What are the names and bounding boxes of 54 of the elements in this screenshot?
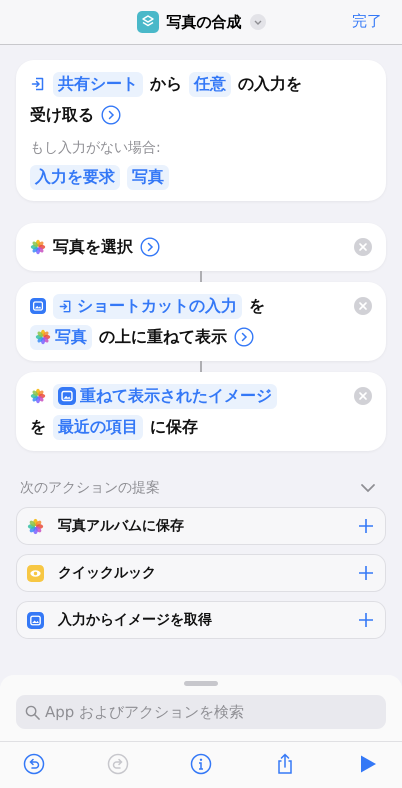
action-text: の入力を bbox=[238, 74, 302, 94]
image-icon bbox=[58, 387, 76, 405]
suggestion-label: クイックルック bbox=[58, 564, 157, 582]
variable-token[interactable]: 写真 bbox=[127, 164, 169, 190]
photos-icon bbox=[30, 388, 46, 404]
variable-token[interactable]: 任意 bbox=[189, 72, 231, 96]
shortcut-title[interactable]: 写真の合成 bbox=[166, 12, 242, 32]
suggestion-row[interactable]: 入力からイメージを取得 bbox=[16, 601, 386, 639]
action-card[interactable]: 写真を選択 bbox=[16, 223, 386, 271]
photos-icon bbox=[30, 239, 46, 255]
image-icon bbox=[27, 612, 44, 628]
input-icon bbox=[58, 298, 73, 314]
action-card[interactable]: 共有シート から 任意 の入力を 受け取る もし入力がない場合: 入力を要求 写真 bbox=[16, 60, 386, 201]
action-card[interactable]: ショートカットの入力 を 写真 の上に重ねて表示 bbox=[16, 282, 386, 361]
app-icon bbox=[136, 11, 158, 33]
variable-token[interactable]: 写真 bbox=[30, 324, 92, 350]
plus-icon[interactable] bbox=[359, 519, 373, 533]
action-text: から bbox=[150, 74, 182, 94]
info-button[interactable] bbox=[189, 752, 213, 776]
action-text: 写真を選択 bbox=[53, 236, 133, 258]
action-text: を bbox=[249, 296, 265, 316]
image-icon bbox=[30, 298, 46, 314]
variable-token[interactable]: 入力を要求 bbox=[30, 164, 120, 190]
plus-icon[interactable] bbox=[359, 613, 373, 627]
undo-button[interactable] bbox=[22, 752, 46, 776]
suggestion-label: 写真アルバムに保存 bbox=[58, 517, 185, 535]
variable-token[interactable]: 共有シート bbox=[53, 72, 143, 96]
variable-token[interactable]: 最近の項目 bbox=[53, 414, 143, 440]
variable-token[interactable]: 重ねて表示されたイメージ bbox=[53, 384, 277, 408]
search-icon bbox=[25, 705, 40, 720]
action-text: を bbox=[30, 416, 46, 438]
suggestion-label: 入力からイメージを取得 bbox=[58, 611, 213, 629]
chevron-down-icon[interactable] bbox=[250, 14, 266, 30]
action-text: に保存 bbox=[150, 416, 198, 438]
action-text: の上に重ねて表示 bbox=[99, 326, 227, 348]
input-icon bbox=[30, 76, 46, 92]
suggestion-row[interactable]: 写真アルバムに保存 bbox=[16, 507, 386, 545]
chevron-icon[interactable] bbox=[360, 483, 376, 493]
chevron-right-icon[interactable] bbox=[140, 237, 160, 257]
suggestion-row[interactable]: クイックルック bbox=[16, 554, 386, 592]
action-text: 受け取る bbox=[30, 104, 94, 126]
eye-icon bbox=[27, 564, 44, 582]
variable-token[interactable]: ショートカットの入力 bbox=[53, 294, 242, 318]
sheet-handle[interactable] bbox=[184, 681, 218, 686]
chevron-right-icon[interactable] bbox=[101, 105, 121, 125]
caption-text: もし入力がない場合: bbox=[30, 139, 161, 157]
done-button[interactable]: 完了 bbox=[352, 12, 382, 31]
action-card[interactable]: 重ねて表示されたイメージ を 最近の項目 に保存 bbox=[16, 372, 386, 451]
chevron-right-icon[interactable] bbox=[234, 327, 254, 347]
plus-icon[interactable] bbox=[359, 566, 373, 580]
photos-icon bbox=[27, 518, 44, 534]
photos-icon bbox=[35, 329, 51, 345]
section-title: 次のアクションの提案 bbox=[20, 479, 160, 497]
search-field[interactable]: App およびアクションを検索 bbox=[16, 695, 386, 729]
